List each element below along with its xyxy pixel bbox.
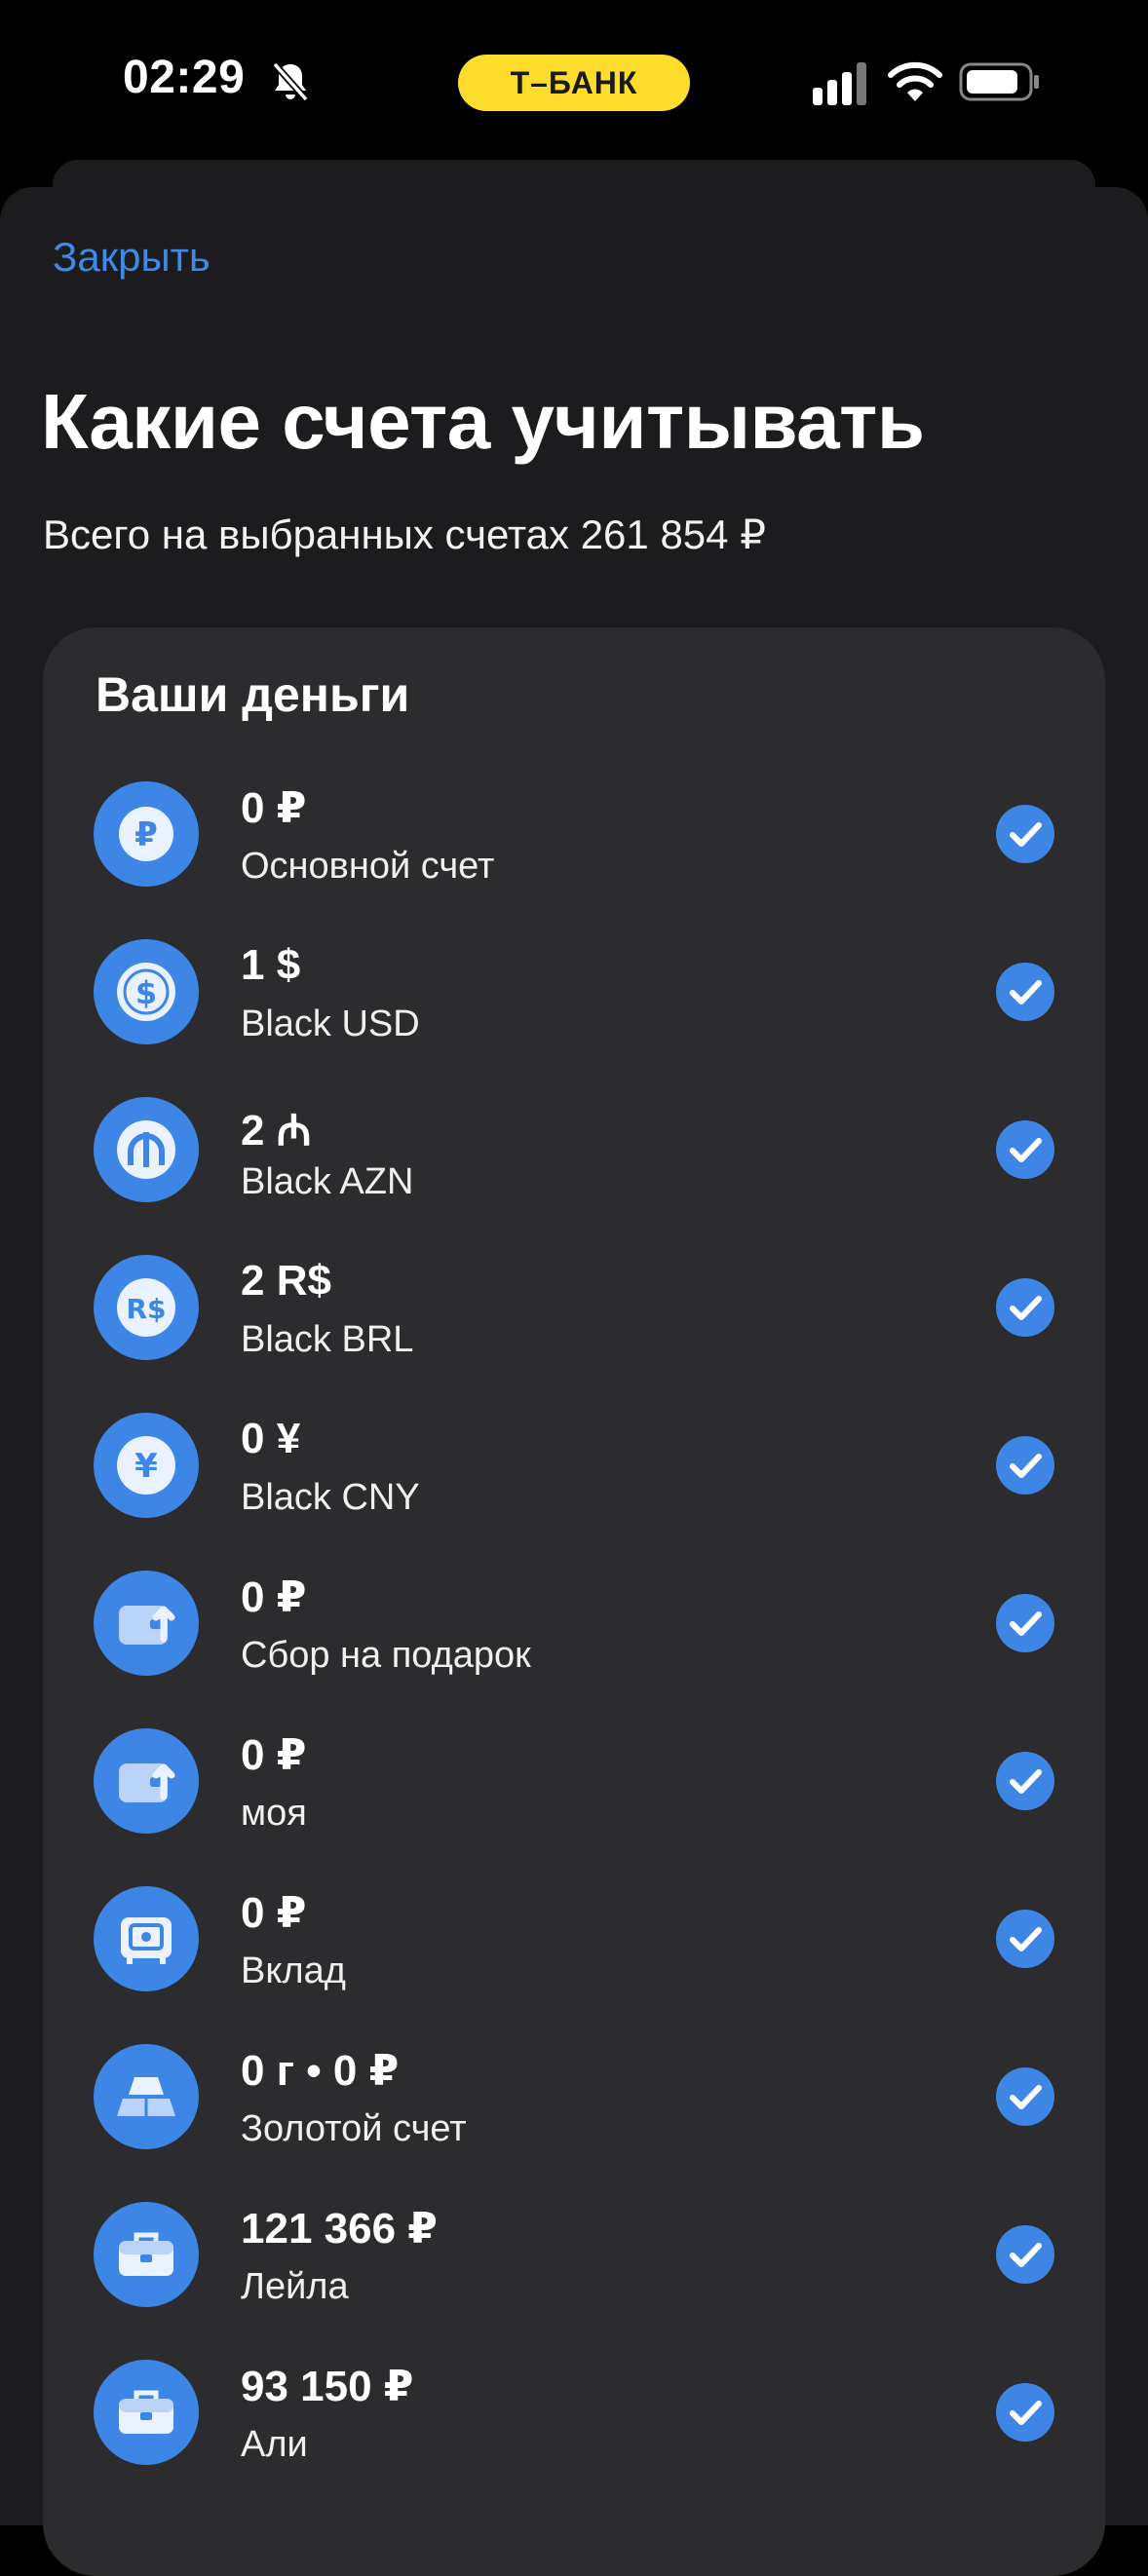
account-name: Золотой счет	[241, 2108, 467, 2149]
account-row[interactable]: 0 ₽ моя	[43, 1728, 1105, 1886]
svg-text:¥: ¥	[134, 1447, 158, 1486]
card-title: Ваши деньги	[96, 667, 410, 722]
real-coin-icon: R$	[94, 1255, 199, 1360]
briefcase-icon	[94, 2360, 199, 2465]
account-row[interactable]: R$ 2 R$ Black BRL	[43, 1255, 1105, 1413]
account-row[interactable]: 0 ₽ Сбор на подарок	[43, 1571, 1105, 1728]
account-name: Али	[241, 2424, 308, 2465]
account-name: Black AZN	[241, 1161, 414, 1202]
checkbox-checked-icon[interactable]	[996, 1120, 1054, 1179]
checkbox-checked-icon[interactable]	[996, 2383, 1054, 2442]
page-title: Какие счета учитывать	[41, 378, 925, 465]
wallet-arrow-icon	[94, 1571, 199, 1676]
checkbox-checked-icon[interactable]	[996, 1594, 1054, 1652]
checkbox-checked-icon[interactable]	[996, 1278, 1054, 1337]
wallet-arrow-icon	[94, 1728, 199, 1834]
account-amount: 0 ¥	[241, 1415, 301, 1462]
wifi-icon	[888, 61, 942, 101]
account-name: Black CNY	[241, 1477, 420, 1518]
status-time: 02:29	[123, 52, 246, 103]
close-button[interactable]: Закрыть	[53, 234, 210, 281]
checkbox-checked-icon[interactable]	[996, 2067, 1054, 2126]
tbank-badge[interactable]: Т–БАНК	[458, 55, 690, 111]
svg-text:₽: ₽	[134, 815, 158, 854]
total-summary: Всего на выбранных счетах 261 854 ₽	[43, 511, 766, 557]
account-name: Основной счет	[241, 846, 495, 887]
checkbox-checked-icon[interactable]	[996, 1436, 1054, 1495]
yuan-coin-icon: ¥	[94, 1413, 199, 1518]
ruble-coin-icon: ₽	[94, 781, 199, 887]
manat-coin-icon	[94, 1097, 199, 1202]
account-name: Вклад	[241, 1951, 346, 1991]
briefcase-icon	[94, 2202, 199, 2307]
checkbox-checked-icon[interactable]	[996, 1910, 1054, 1968]
account-amount: 2 R$	[241, 1257, 331, 1305]
account-amount: 0 ₽	[241, 1731, 307, 1779]
account-amount: 1 $	[241, 941, 301, 989]
account-amount: 0 ₽	[241, 1889, 307, 1937]
account-amount: 2 ₼	[241, 1107, 312, 1155]
signal-icon	[813, 62, 866, 105]
account-row[interactable]: ₽ 0 ₽ Основной счет	[43, 781, 1105, 939]
battery-icon	[959, 62, 1039, 101]
account-row[interactable]: 121 366 ₽ Лейла	[43, 2202, 1105, 2360]
account-name: моя	[241, 1793, 307, 1834]
account-row[interactable]: ¥ 0 ¥ Black CNY	[43, 1413, 1105, 1571]
checkbox-checked-icon[interactable]	[996, 805, 1054, 863]
svg-text:R$: R$	[126, 1293, 166, 1325]
checkbox-checked-icon[interactable]	[996, 963, 1054, 1021]
account-name: Black USD	[241, 1004, 420, 1044]
dollar-coin-icon: $	[94, 939, 199, 1044]
account-amount: 0 г • 0 ₽	[241, 2047, 400, 2095]
gold-bars-icon	[94, 2044, 199, 2149]
account-amount: 0 ₽	[241, 1573, 307, 1621]
status-bar: 02:29 Т–БАНК	[0, 0, 1148, 161]
account-amount: 121 366 ₽	[241, 2205, 438, 2253]
account-name: Лейла	[241, 2266, 349, 2307]
account-row[interactable]: $ 1 $ Black USD	[43, 939, 1105, 1097]
account-name: Сбор на подарок	[241, 1635, 531, 1676]
bell-slash-icon	[272, 61, 309, 102]
account-name: Black BRL	[241, 1319, 414, 1360]
account-amount: 0 ₽	[241, 784, 307, 832]
account-row[interactable]: 2 ₼ Black AZN	[43, 1097, 1105, 1255]
account-row[interactable]: 0 г • 0 ₽ Золотой счет	[43, 2044, 1105, 2202]
checkbox-checked-icon[interactable]	[996, 2225, 1054, 2284]
safe-icon	[94, 1886, 199, 1991]
svg-text:$: $	[135, 974, 157, 1011]
account-row[interactable]: 0 ₽ Вклад	[43, 1886, 1105, 2044]
account-amount: 93 150 ₽	[241, 2363, 414, 2410]
checkbox-checked-icon[interactable]	[996, 1752, 1054, 1810]
